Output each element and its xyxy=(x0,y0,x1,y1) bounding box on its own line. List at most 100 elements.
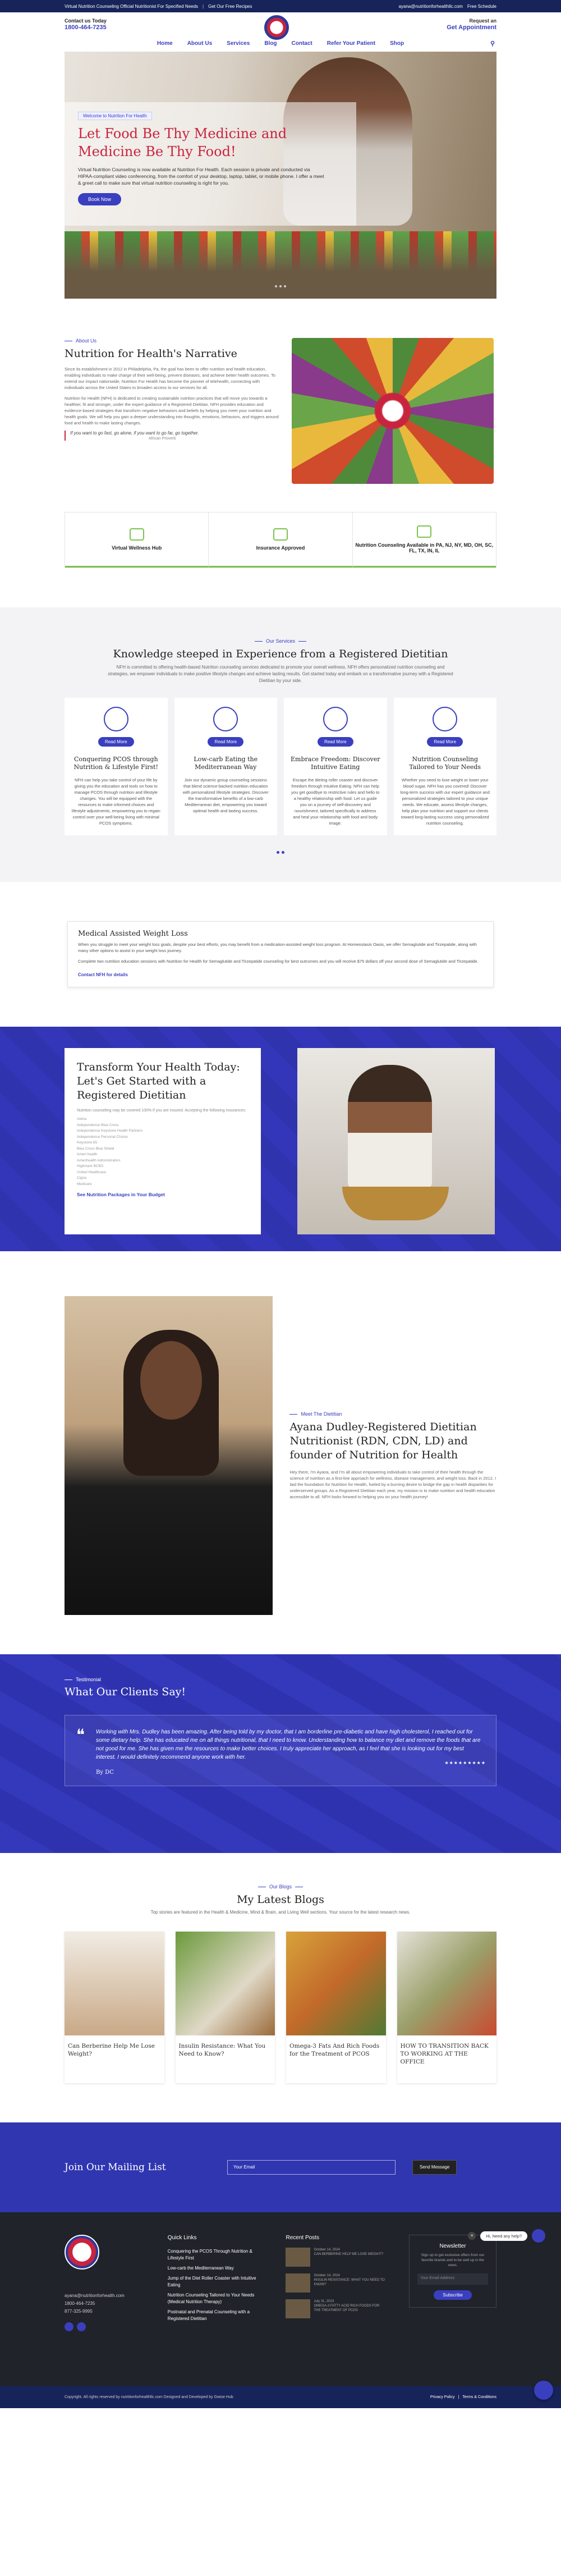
post-title[interactable]: INSULIN RESISTANCE: WHAT YOU NEED TO KNO… xyxy=(314,2278,387,2287)
privacy-link[interactable]: Privacy Policy xyxy=(430,2395,455,2399)
read-more-button[interactable]: Read More xyxy=(98,737,134,747)
quick-link[interactable]: Postnatal and Prenatal Counseling with a… xyxy=(168,2309,264,2322)
facebook-icon[interactable] xyxy=(65,2322,73,2331)
blog-card[interactable]: Can Berberine Help Me Lose Weight? xyxy=(65,1932,164,2083)
footer-logo[interactable] xyxy=(65,2235,99,2270)
services-pagination[interactable] xyxy=(65,851,496,854)
quote-icon: ❝ xyxy=(76,1726,85,1744)
nav-services[interactable]: Services xyxy=(227,40,250,47)
post-date: October 14, 2024 xyxy=(314,2248,340,2252)
nav-about[interactable]: About Us xyxy=(187,40,212,47)
blog-title[interactable]: Omega-3 Fats And Rich Foods for the Trea… xyxy=(286,2035,386,2065)
chat-icon[interactable] xyxy=(532,2229,545,2243)
dietitian-photo xyxy=(65,1296,273,1615)
pcos-icon xyxy=(103,707,128,731)
copyright-text: Copyright. All rights reserved by nutrit… xyxy=(65,2395,233,2399)
search-icon[interactable]: ⚲ xyxy=(490,40,495,47)
insurance-item: Highmark BCBS xyxy=(77,1164,104,1168)
service-text: NFH can help you take control of your li… xyxy=(71,777,160,826)
post-date: October 14, 2024 xyxy=(314,2274,340,2277)
recent-post[interactable]: October 14, 2024 INSULIN RESISTANCE: WHAT… xyxy=(286,2273,387,2293)
close-icon[interactable]: × xyxy=(468,2232,476,2240)
insurance-list: Aetna Independence Blue Cross Independen… xyxy=(77,1117,249,1187)
nav-home[interactable]: Home xyxy=(157,40,173,47)
blog-card[interactable]: Insulin Resistance: What You Need to Kno… xyxy=(175,1932,275,2083)
insurance-item: Amerihealth Administrators xyxy=(77,1158,121,1163)
services-intro: NFH is committed to offering health-base… xyxy=(108,665,453,683)
map-icon xyxy=(417,525,432,538)
recent-post[interactable]: October 14, 2024 CAN BERBERINE HELP ME LO… xyxy=(286,2248,387,2267)
nav-shop[interactable]: Shop xyxy=(390,40,404,47)
blog-title[interactable]: HOW TO TRANSITION BACK TO WORKING AT THE… xyxy=(397,2035,497,2072)
top-bar: Virtual Nutrition Counseling Official Nu… xyxy=(0,0,561,12)
insurance-note: Nutrition counseling may be covered 100%… xyxy=(77,1109,246,1113)
services-section: Our Services Knowledge steeped in Experi… xyxy=(0,607,561,882)
request-label: Request an xyxy=(469,18,496,24)
testimonial-label: Testimonial xyxy=(65,1677,496,1682)
service-title[interactable]: Low-carb Eating the Mediterranean Way xyxy=(181,756,271,771)
nutrition-packages-link[interactable]: See Nutrition Packages in Your Budget xyxy=(77,1192,249,1197)
post-title[interactable]: CAN BERBERINE HELP ME LOSE WEIGHT? xyxy=(314,2252,383,2257)
subscribe-button[interactable]: Subscribe xyxy=(434,2290,472,2300)
feature-label: Insurance Approved xyxy=(256,545,305,551)
header-phone-link[interactable]: 1800-464-7235 xyxy=(65,24,107,31)
scale-icon xyxy=(433,707,458,731)
insurance-item: United Healthcare xyxy=(77,1170,107,1174)
free-schedule-link[interactable]: Free Schedule xyxy=(467,4,496,9)
book-now-button[interactable]: Book Now xyxy=(78,193,122,205)
blog-image[interactable] xyxy=(175,1932,275,2035)
blog-image[interactable] xyxy=(65,1932,164,2035)
header-request: Request an Get Appointment xyxy=(447,17,496,31)
chat-label[interactable]: Hi, Need any help? xyxy=(480,2231,527,2241)
footer-phone-2[interactable]: 877-325-9995 xyxy=(65,2308,145,2316)
blog-title[interactable]: Can Berberine Help Me Lose Weight? xyxy=(65,2035,164,2065)
contact-details-link[interactable]: Contact NFH for details xyxy=(78,972,128,977)
nav-refer[interactable]: Refer Your Patient xyxy=(327,40,375,47)
get-appointment-link[interactable]: Get Appointment xyxy=(447,24,496,31)
transform-title: Transform Your Health Today: Let's Get S… xyxy=(77,1061,240,1101)
service-card: Read More Conquering PCOS through Nutrit… xyxy=(65,698,168,835)
link-separator: | xyxy=(458,2395,459,2399)
mailing-email-input[interactable]: Your Email xyxy=(227,2160,396,2175)
read-more-button[interactable]: Read More xyxy=(208,737,244,747)
service-title[interactable]: Nutrition Counseling Tailored to Your Ne… xyxy=(401,756,490,771)
nutrition-plate-image xyxy=(292,338,494,484)
chat-bubble-icon[interactable] xyxy=(534,2381,553,2400)
read-more-button[interactable]: Read More xyxy=(427,737,463,747)
quote-text: If you want to go fast, go alone, if you… xyxy=(70,431,199,436)
post-title[interactable]: OMEGA-3 FATTY ACID RICH FOODS FOR THE TR… xyxy=(314,2304,387,2313)
footer-phone-1[interactable]: 1800-464-7235 xyxy=(65,2300,145,2308)
blog-card[interactable]: Omega-3 Fats And Rich Foods for the Trea… xyxy=(286,1932,386,2083)
blog-title[interactable]: Insulin Resistance: What You Need to Kno… xyxy=(176,2035,275,2065)
recent-post[interactable]: July 31, 2023 OMEGA-3 FATTY ACID RICH FOO… xyxy=(286,2299,387,2318)
services-title: Knowledge steeped in Experience from a R… xyxy=(113,648,448,660)
free-recipes-link[interactable]: Get Our Free Recipes xyxy=(208,4,252,9)
blog-image[interactable] xyxy=(286,1932,386,2035)
quick-link[interactable]: Jump of the Diet Roller Coaster with Int… xyxy=(168,2275,264,2289)
service-title[interactable]: Embrace Freedom: Discover Intuitive Eati… xyxy=(291,756,380,771)
nav-blog[interactable]: Blog xyxy=(264,40,277,47)
read-more-button[interactable]: Read More xyxy=(317,737,353,747)
top-email-link[interactable]: ayana@nutritionforhealthllc.com xyxy=(399,4,463,9)
service-title[interactable]: Conquering PCOS through Nutrition & Life… xyxy=(71,756,161,771)
blog-card[interactable]: HOW TO TRANSITION BACK TO WORKING AT THE… xyxy=(397,1932,497,2083)
blog-image[interactable] xyxy=(397,1932,496,2035)
top-bar-tagline: Virtual Nutrition Counseling Official Nu… xyxy=(65,3,199,9)
hero-dots[interactable] xyxy=(275,285,286,287)
service-card: Read More Nutrition Counseling Tailored … xyxy=(393,698,496,835)
quick-link[interactable]: Nutrition Counseling Tailored to Your Ne… xyxy=(168,2292,264,2305)
quick-link[interactable]: Low-carb the Mediterranean Way xyxy=(168,2265,264,2272)
footer-email[interactable]: ayana@nutritionforhealth.com xyxy=(65,2292,145,2300)
instagram-icon[interactable] xyxy=(77,2322,86,2331)
quick-link[interactable]: Conquering the PCOS Through Nutrition & … xyxy=(168,2248,264,2262)
newsletter-email-input[interactable]: Your Email Address xyxy=(417,2273,488,2285)
medical-paragraph-2: Complete two nutrition education session… xyxy=(78,959,479,964)
send-message-button[interactable]: Send Message xyxy=(412,2160,457,2175)
chat-prompt[interactable]: × Hi, Need any help? xyxy=(468,2229,545,2243)
blogs-intro: Top stories are featured in the Health &… xyxy=(150,1910,411,1915)
nav-contact[interactable]: Contact xyxy=(292,40,312,47)
insurance-item: Ameri health xyxy=(77,1152,98,1156)
terms-link[interactable]: Terms & Conditions xyxy=(462,2395,496,2399)
blogs-title: My Latest Blogs xyxy=(237,1893,324,1906)
quick-links-title: Quick Links xyxy=(167,2235,197,2241)
